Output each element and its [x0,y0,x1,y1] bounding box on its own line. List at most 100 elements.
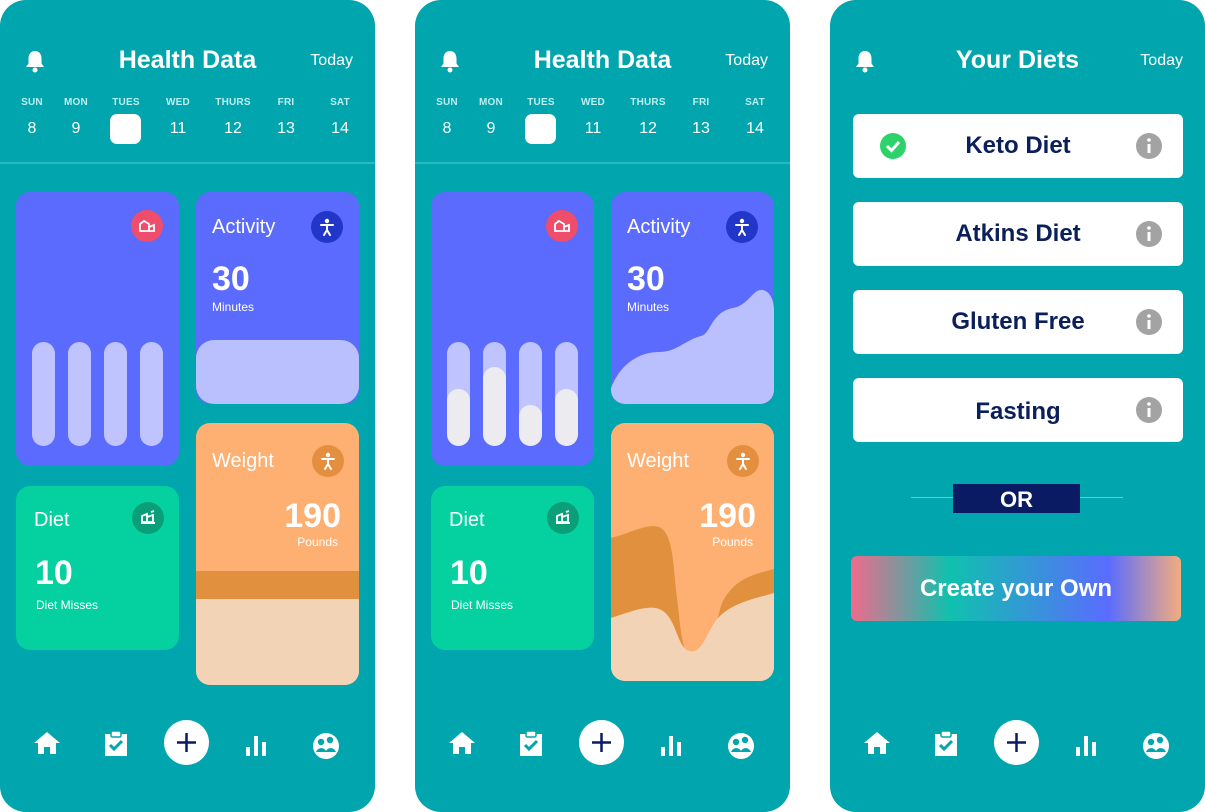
day-name: SUN [436,97,458,108]
weight-label: Weight [212,450,274,472]
today-button[interactable]: Today [310,52,353,70]
day-date: 9 [486,120,496,137]
activity-area [196,340,359,404]
person-icon [312,445,344,477]
meal-icon [132,502,164,534]
profile-icon[interactable] [717,720,765,768]
diet-label: Keto Diet [965,132,1071,159]
phone-screen-your-diets: Your Diets Today Keto Diet Atkins Diet G… [830,0,1205,812]
day-date: 13 [277,120,295,137]
bar-chart-icon[interactable] [1063,720,1111,768]
diet-label: Diet [34,509,70,531]
create-your-own-button[interactable]: Create your Own [851,556,1181,621]
weight-value: 190 [284,497,341,535]
phone-screen-health-data-filled: Health Data Today SUN 8 MON 9 TUES WED 11 T… [415,0,790,812]
food-icon [546,210,578,242]
clipboard-check-icon[interactable] [922,720,970,768]
day-date: 8 [27,120,37,137]
bar-chart-icon[interactable] [648,720,696,768]
add-button[interactable] [164,720,209,765]
weight-card[interactable]: Weight 190 Pounds [196,423,359,685]
header-divider [0,162,375,164]
profile-icon[interactable] [302,720,350,768]
diet-item-atkins[interactable]: Atkins Diet [853,202,1183,266]
bars-card[interactable] [16,192,179,466]
day-date: 11 [169,120,187,137]
info-icon[interactable] [1135,220,1163,248]
bar-pill [104,342,127,446]
info-icon[interactable] [1135,132,1163,160]
today-button[interactable]: Today [725,52,768,70]
info-icon[interactable] [1135,396,1163,424]
day-name: FRI [692,97,710,108]
activity-card[interactable]: Activity 30 Minutes [611,192,774,404]
diet-card[interactable]: Diet 10 Diet Misses [431,486,594,650]
person-icon [726,211,758,243]
day-name: THURS [215,97,251,108]
bar-fill [483,367,506,446]
bar-pill [483,342,506,446]
day-name: FRI [277,97,295,108]
bar-pill [32,342,55,446]
diet-label: Fasting [975,398,1061,425]
today-button[interactable]: Today [1140,52,1183,70]
bar-chart-icon[interactable] [233,720,281,768]
bar-pill [447,342,470,446]
day-name: SUN [21,97,43,108]
selected-day-box[interactable] [525,114,556,144]
selected-day-box[interactable] [110,114,141,144]
diet-card[interactable]: Diet 10 Diet Misses [16,486,179,650]
profile-icon[interactable] [1132,720,1180,768]
day-name: WED [166,97,190,108]
activity-value: 30 [212,260,250,298]
day-name: TUES [112,97,140,108]
home-icon[interactable] [853,720,901,768]
add-button[interactable] [579,720,624,765]
diet-value: 10 [450,554,488,592]
day-name: TUES [527,97,555,108]
add-button[interactable] [994,720,1039,765]
person-icon [727,445,759,477]
meal-icon [547,502,579,534]
day-date: 9 [71,120,81,137]
activity-unit: Minutes [212,300,255,314]
person-icon [311,211,343,243]
diet-unit: Diet Misses [451,598,514,612]
home-icon[interactable] [438,720,486,768]
phone-screen-health-data: Health Data Today SUN 8 MON 9 TUES WED 11 T… [0,0,375,812]
bar-fill [447,389,470,446]
diet-item-gluten-free[interactable]: Gluten Free [853,290,1183,354]
weight-card[interactable]: Weight 190 Pounds [611,423,774,681]
day-date: 11 [584,120,602,137]
diet-label: Gluten Free [951,308,1085,335]
bar-pill [519,342,542,446]
clipboard-check-icon[interactable] [92,720,140,768]
diet-label: Atkins Diet [955,220,1081,247]
clipboard-check-icon[interactable] [507,720,555,768]
diet-item-fasting[interactable]: Fasting [853,378,1183,442]
diet-unit: Diet Misses [36,598,99,612]
day-name: SAT [330,97,350,108]
bar-pill [555,342,578,446]
diet-value: 10 [35,554,73,592]
day-date: 8 [442,120,452,137]
activity-label: Activity [627,216,691,238]
bars-card[interactable] [431,192,594,466]
home-icon[interactable] [23,720,71,768]
bar-fill [519,405,542,446]
bar-pill [68,342,91,446]
day-name: SAT [745,97,765,108]
weight-base [196,599,359,685]
weight-unit: Pounds [297,535,338,549]
food-icon [131,210,163,242]
day-date: 12 [224,120,242,137]
diet-label: Diet [449,509,485,531]
info-icon[interactable] [1135,308,1163,336]
bar-pill [140,342,163,446]
activity-card[interactable]: Activity 30 Minutes [196,192,359,404]
day-date: 12 [639,120,657,137]
day-name: MON [64,97,88,108]
activity-unit: Minutes [627,300,670,314]
diet-item-keto[interactable]: Keto Diet [853,114,1183,178]
weight-label: Weight [627,450,689,472]
